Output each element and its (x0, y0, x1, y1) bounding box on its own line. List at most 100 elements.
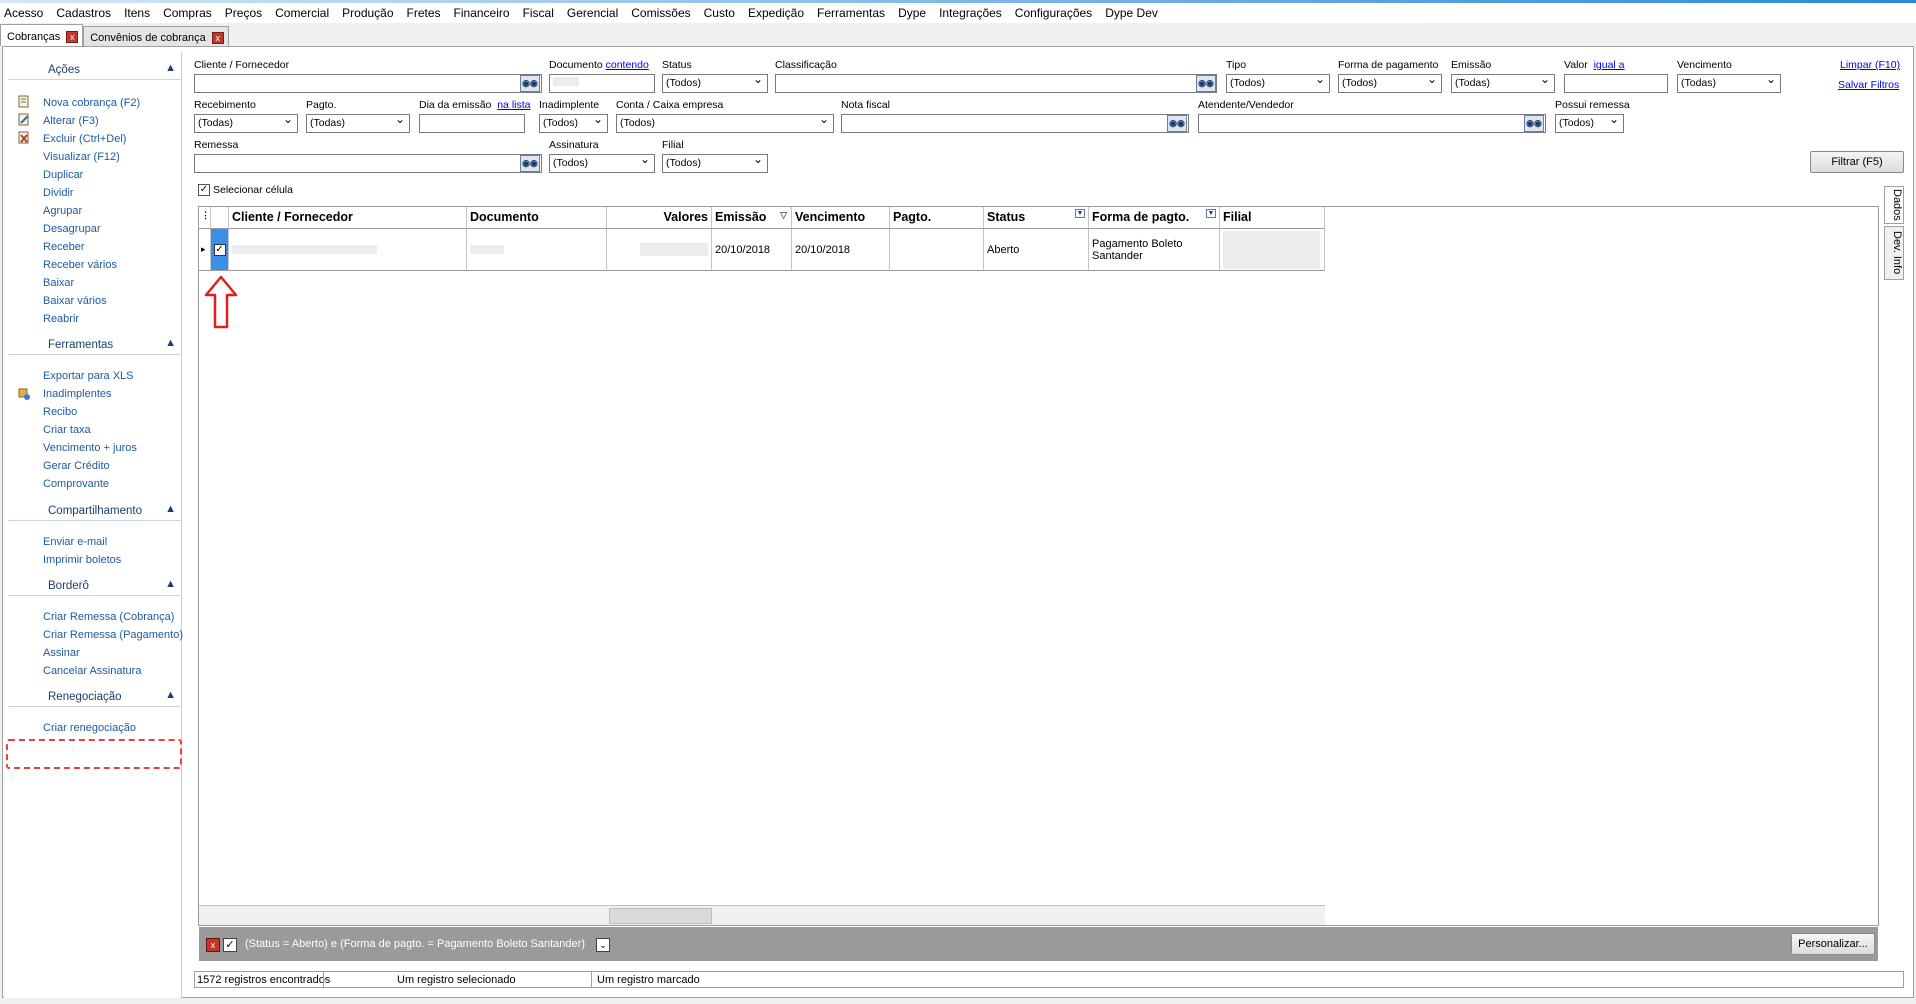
header-pagto[interactable]: Pagto. (890, 207, 984, 229)
menu-fiscal[interactable]: Fiscal (523, 6, 554, 20)
selecionar-celula-option[interactable]: ✓ Selecionar célula (198, 184, 293, 196)
filter-icon[interactable]: ▼ (1075, 209, 1085, 218)
menu-cadastros[interactable]: Cadastros (56, 6, 111, 20)
sidebar-item-excluir[interactable]: Excluir (Ctrl+Del) (43, 133, 126, 145)
atendente-input[interactable] (1198, 114, 1546, 133)
binoculars-search-icon[interactable]: ◉◉ (520, 155, 540, 172)
sidebar-item-desagrupar[interactable]: Desagrupar (43, 223, 100, 235)
row-select-cell[interactable]: ✓ (211, 229, 229, 271)
conta-select[interactable]: (Todos) (616, 114, 834, 133)
dia-emissao-operator-link[interactable]: na lista (497, 99, 530, 111)
sidebar-item-assinar[interactable]: Assinar (43, 647, 80, 659)
tab-convenios[interactable]: Convênios de cobrança x (83, 26, 229, 46)
tab-cobrancas[interactable]: Cobranças x (0, 24, 84, 46)
filtrar-button[interactable]: Filtrar (F5) (1810, 151, 1904, 173)
possui-remessa-select[interactable]: (Todos) (1555, 114, 1624, 133)
remessa-input[interactable] (194, 154, 542, 173)
menu-custo[interactable]: Custo (704, 6, 735, 20)
menu-dype[interactable]: Dype (898, 6, 926, 20)
sidebar-item-vencimento-juros[interactable]: Vencimento + juros (43, 442, 137, 454)
sidebar-item-criar-remessa-pagamento[interactable]: Criar Remessa (Pagamento) (43, 629, 183, 641)
tab-dev-info[interactable]: Dev. Info (1884, 226, 1904, 280)
sidebar-item-enviar-email[interactable]: Enviar e-mail (43, 536, 107, 548)
header-emissao[interactable]: Emissão ▽ (712, 207, 792, 229)
filter-icon[interactable]: ▼ (1206, 209, 1216, 218)
header-valores[interactable]: Valores (607, 207, 712, 229)
sidebar-item-baixar-varios[interactable]: Baixar vários (43, 295, 107, 307)
tipo-select[interactable]: (Todos) (1226, 74, 1330, 93)
checkbox-checked-icon[interactable]: ✓ (223, 938, 237, 952)
binoculars-search-icon[interactable]: ◉◉ (1167, 115, 1187, 132)
menu-itens[interactable]: Itens (124, 6, 150, 20)
header-status[interactable]: Status ▼ (984, 207, 1089, 229)
menu-ferramentas[interactable]: Ferramentas (817, 6, 885, 20)
section-header-compartilhamento[interactable]: Compartilhamento ▲ (8, 503, 182, 521)
menu-compras[interactable]: Compras (163, 6, 212, 20)
sidebar-item-gerar-credito[interactable]: Gerar Crédito (43, 460, 110, 472)
dia-emissao-input[interactable] (419, 114, 525, 133)
close-icon[interactable]: x (206, 938, 220, 952)
filial-select[interactable]: (Todos) (662, 154, 768, 173)
binoculars-search-icon[interactable]: ◉◉ (1196, 75, 1216, 92)
recebimento-select[interactable]: (Todas) (194, 114, 298, 133)
column-chooser-icon[interactable]: ⋮ (199, 207, 211, 229)
menu-comercial[interactable]: Comercial (275, 6, 329, 20)
menu-gerencial[interactable]: Gerencial (567, 6, 618, 20)
chevron-up-icon[interactable]: ▲ (165, 337, 176, 349)
valor-input[interactable] (1564, 74, 1668, 93)
header-filial[interactable]: Filial (1220, 207, 1325, 229)
sidebar-item-baixar[interactable]: Baixar (43, 277, 74, 289)
close-icon[interactable]: x (211, 31, 224, 44)
sidebar-item-inadimplentes[interactable]: Inadimplentes (43, 388, 112, 400)
sidebar-item-alterar[interactable]: Alterar (F3) (43, 115, 99, 127)
vencimento-select[interactable]: (Todas) (1677, 74, 1781, 93)
menu-comissoes[interactable]: Comissões (631, 6, 690, 20)
scrollbar-thumb[interactable] (609, 908, 712, 924)
status-select[interactable]: (Todos) (662, 74, 768, 93)
menu-dype-dev[interactable]: Dype Dev (1105, 6, 1158, 20)
emissao-select[interactable]: (Todas) (1451, 74, 1555, 93)
sidebar-item-criar-taxa[interactable]: Criar taxa (43, 424, 91, 436)
sidebar-item-dividir[interactable]: Dividir (43, 187, 74, 199)
horizontal-scrollbar[interactable] (199, 905, 1325, 925)
sidebar-item-cancelar-assinatura[interactable]: Cancelar Assinatura (43, 665, 141, 677)
header-documento[interactable]: Documento (467, 207, 607, 229)
documento-operator-link[interactable]: contendo (606, 59, 649, 71)
section-header-bordero[interactable]: Borderô ▲ (8, 578, 182, 596)
menu-producao[interactable]: Produção (342, 6, 393, 20)
sidebar-item-nova-cobranca[interactable]: Nova cobrança (F2) (43, 97, 140, 109)
sidebar-item-criar-remessa-cobranca[interactable]: Criar Remessa (Cobrança) (43, 611, 174, 623)
chevron-up-icon[interactable]: ▲ (165, 62, 176, 74)
menu-acesso[interactable]: Acesso (4, 6, 43, 20)
section-header-ferramentas[interactable]: Ferramentas ▲ (8, 337, 182, 355)
close-icon[interactable]: x (66, 30, 79, 43)
nota-fiscal-input[interactable] (841, 114, 1189, 133)
forma-pagamento-select[interactable]: (Todos) (1338, 74, 1442, 93)
sidebar-item-receber[interactable]: Receber (43, 241, 85, 253)
documento-input[interactable] (549, 74, 655, 93)
binoculars-search-icon[interactable]: ◉◉ (1524, 115, 1544, 132)
menu-fretes[interactable]: Fretes (407, 6, 441, 20)
sidebar-item-criar-renegociacao[interactable]: Criar renegociação (43, 722, 136, 734)
menu-precos[interactable]: Preços (225, 6, 262, 20)
binoculars-search-icon[interactable]: ◉◉ (520, 75, 540, 92)
sidebar-item-exportar-xls[interactable]: Exportar para XLS (43, 370, 134, 382)
sidebar-item-receber-varios[interactable]: Receber vários (43, 259, 117, 271)
sidebar-item-comprovante[interactable]: Comprovante (43, 478, 109, 490)
sidebar-item-agrupar[interactable]: Agrupar (43, 205, 82, 217)
sidebar-item-duplicar[interactable]: Duplicar (43, 169, 83, 181)
menu-financeiro[interactable]: Financeiro (454, 6, 510, 20)
sidebar-item-imprimir-boletos[interactable]: Imprimir boletos (43, 554, 121, 566)
chevron-down-icon[interactable]: ⌄ (596, 938, 610, 952)
chevron-up-icon[interactable]: ▲ (165, 578, 176, 590)
classificacao-input[interactable] (775, 74, 1217, 93)
menu-integracoes[interactable]: Integrações (939, 6, 1002, 20)
valor-operator-link[interactable]: igual a (1594, 59, 1625, 71)
header-cliente[interactable]: Cliente / Fornecedor (229, 207, 467, 229)
header-forma-pagto[interactable]: Forma de pagto. ▼ (1089, 207, 1220, 229)
pagto-select[interactable]: (Todas) (306, 114, 410, 133)
menu-expedicao[interactable]: Expedição (748, 6, 804, 20)
checkbox-checked-icon[interactable]: ✓ (198, 184, 210, 196)
tab-dados[interactable]: Dados (1884, 186, 1904, 224)
salvar-filtros-link[interactable]: Salvar Filtros (1838, 79, 1899, 91)
